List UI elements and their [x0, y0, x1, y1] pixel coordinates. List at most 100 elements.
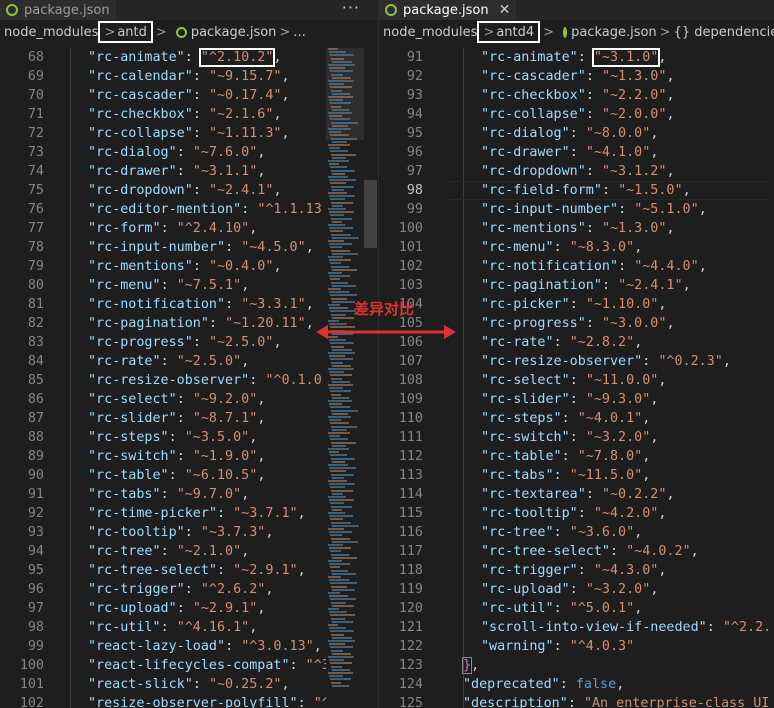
- code-line[interactable]: 116 "rc-tree": "~3.6.0",: [379, 523, 774, 542]
- code-text: "rc-calendar": "~9.15.7",: [88, 67, 290, 86]
- code-line[interactable]: 91 "rc-animate": "~3.1.0",: [379, 48, 774, 67]
- code-line[interactable]: 70 "rc-cascader": "~0.17.4",: [0, 86, 378, 105]
- line-number: 80: [27, 278, 44, 293]
- code-line[interactable]: 76 "rc-editor-mention": "^1.1.13: [0, 200, 378, 219]
- punctuation: :: [176, 449, 193, 464]
- code-line[interactable]: 83 "rc-progress": "~2.5.0",: [0, 333, 378, 352]
- punctuation: ,: [650, 430, 659, 445]
- code-line[interactable]: 122 "warning": "^4.0.3": [379, 637, 774, 656]
- code-line[interactable]: 87 "rc-slider": "~8.7.1",: [0, 409, 378, 428]
- code-line[interactable]: 88 "rc-steps": "~3.5.0",: [0, 428, 378, 447]
- code-line[interactable]: 93 "rc-tooltip": "~3.7.3",: [0, 523, 378, 542]
- code-text: "react-lifecycles-compat": "^3: [88, 656, 330, 675]
- code-line[interactable]: 112 "rc-table": "~7.8.0",: [379, 447, 774, 466]
- right-file-tab[interactable]: package.json ✕: [379, 0, 517, 20]
- json-key: "rc-rate": [481, 335, 554, 350]
- code-line[interactable]: 99 "react-lazy-load": "^3.0.13",: [0, 637, 378, 656]
- code-line[interactable]: 91 "rc-tabs": "~9.7.0",: [0, 485, 378, 504]
- right-scrollbar[interactable]: [769, 48, 774, 708]
- minimap-line: [330, 262, 341, 265]
- code-line[interactable]: 113 "rc-tabs": "~11.5.0",: [379, 466, 774, 485]
- left-code-editor[interactable]: 68 "rc-animate": "^2.10.2", 69 "rc-calendar…: [0, 48, 378, 708]
- code-line[interactable]: 94 "rc-collapse": "~2.0.0",: [379, 105, 774, 124]
- right-code-editor[interactable]: 91 "rc-animate": "~3.1.0", 92 "rc-cascader"…: [379, 48, 774, 708]
- code-line[interactable]: 125 "description": "An enterprise-class U…: [379, 694, 774, 708]
- code-line[interactable]: 111 "rc-switch": "~3.2.0",: [379, 428, 774, 447]
- code-line[interactable]: 97 "rc-dropdown": "~3.1.2",: [379, 162, 774, 181]
- code-line[interactable]: 79 "rc-mentions": "~0.4.0",: [0, 257, 378, 276]
- code-line[interactable]: 80 "rc-menu": "~7.5.1",: [0, 276, 378, 295]
- minimap-line: [328, 208, 346, 210]
- code-line[interactable]: 82 "rc-pagination": "~1.20.11",: [0, 314, 378, 333]
- code-line[interactable]: 93 "rc-checkbox": "~2.2.0",: [379, 86, 774, 105]
- code-line[interactable]: 97 "rc-upload": "~2.9.1",: [0, 599, 378, 618]
- code-line[interactable]: 95 "rc-dialog": "~8.0.0",: [379, 124, 774, 143]
- code-line[interactable]: 96 "rc-drawer": "~4.1.0",: [379, 143, 774, 162]
- code-line[interactable]: 75 "rc-dropdown": "~2.4.1",: [0, 181, 378, 200]
- breadcrumb-package-json[interactable]: package.json: [191, 25, 277, 40]
- code-line[interactable]: 102 "rc-notification": "~4.4.0",: [379, 257, 774, 276]
- code-line[interactable]: 114 "rc-textarea": "~0.2.2",: [379, 485, 774, 504]
- minimap-line: [330, 310, 356, 313]
- code-line[interactable]: 124 "deprecated": false,: [379, 675, 774, 694]
- code-line[interactable]: 99 "rc-input-number": "~5.1.0",: [379, 200, 774, 219]
- code-line[interactable]: 90 "rc-table": "~6.10.5",: [0, 466, 378, 485]
- code-line[interactable]: 71 "rc-checkbox": "~2.1.6",: [0, 105, 378, 124]
- code-line[interactable]: 72 "rc-collapse": "~1.11.3",: [0, 124, 378, 143]
- breadcrumb-antd-highlighted[interactable]: > antd: [98, 21, 153, 43]
- breadcrumb-node-modules[interactable]: node_modules: [383, 25, 477, 40]
- code-line[interactable]: 84 "rc-rate": "~2.5.0",: [0, 352, 378, 371]
- code-line[interactable]: 69 "rc-calendar": "~9.15.7",: [0, 67, 378, 86]
- code-line[interactable]: 123},: [379, 656, 774, 675]
- code-text: "rc-input-number": "~5.1.0",: [481, 200, 707, 219]
- code-line[interactable]: 117 "rc-tree-select": "~4.0.2",: [379, 542, 774, 561]
- code-line[interactable]: 89 "rc-switch": "~1.9.0",: [0, 447, 378, 466]
- left-file-tab[interactable]: package.json: [0, 0, 116, 20]
- code-line[interactable]: 120 "rc-util": "^5.0.1",: [379, 599, 774, 618]
- breadcrumb-ellipsis[interactable]: ...: [293, 25, 305, 40]
- breadcrumb-dependencies[interactable]: {} dependencies: [674, 25, 774, 40]
- more-actions-icon[interactable]: ···: [342, 0, 360, 17]
- code-line[interactable]: 95 "rc-tree-select": "~2.9.1",: [0, 561, 378, 580]
- code-line[interactable]: 107 "rc-resize-observer": "^0.2.3",: [379, 352, 774, 371]
- code-line[interactable]: 101 "rc-menu": "~8.3.0",: [379, 238, 774, 257]
- code-line[interactable]: 115 "rc-tooltip": "~4.2.0",: [379, 504, 774, 523]
- left-scrollbar[interactable]: [364, 48, 377, 708]
- code-line[interactable]: 94 "rc-tree": "~2.1.0",: [0, 542, 378, 561]
- code-line[interactable]: 85 "rc-resize-observer": "^0.1.0: [0, 371, 378, 390]
- minimap-slider[interactable]: [326, 48, 364, 140]
- code-line[interactable]: 100 "react-lifecycles-compat": "^3: [0, 656, 378, 675]
- code-line[interactable]: 101 "react-slick": "~0.25.2",: [0, 675, 378, 694]
- code-line[interactable]: 78 "rc-input-number": "~4.5.0",: [0, 238, 378, 257]
- code-line[interactable]: 119 "rc-upload": "~3.2.0",: [379, 580, 774, 599]
- code-line[interactable]: 81 "rc-notification": "~3.3.1",: [0, 295, 378, 314]
- breadcrumb-antd4-highlighted[interactable]: > antd4: [477, 21, 541, 43]
- code-line[interactable]: 96 "rc-trigger": "^2.6.2",: [0, 580, 378, 599]
- code-line[interactable]: 103 "rc-pagination": "~2.4.1",: [379, 276, 774, 295]
- json-key: "resize-observer-polyfill": [88, 696, 298, 708]
- code-line[interactable]: 110 "rc-steps": "~4.0.1",: [379, 409, 774, 428]
- code-line[interactable]: 74 "rc-drawer": "~3.1.1",: [0, 162, 378, 181]
- breadcrumb-node-modules[interactable]: node_modules: [4, 25, 98, 40]
- code-line[interactable]: 105 "rc-progress": "~3.0.0",: [379, 314, 774, 333]
- code-line[interactable]: 102 "resize-observer-polyfill": "^: [0, 694, 378, 708]
- scrollbar-thumb[interactable]: [364, 180, 377, 248]
- code-line[interactable]: 100 "rc-mentions": "~1.3.0",: [379, 219, 774, 238]
- code-line[interactable]: 68 "rc-animate": "^2.10.2",: [0, 48, 378, 67]
- code-line[interactable]: 98 "rc-util": "^4.16.1",: [0, 618, 378, 637]
- code-line[interactable]: 92 "rc-cascader": "~1.3.0",: [379, 67, 774, 86]
- code-line[interactable]: 104 "rc-picker": "~1.10.0",: [379, 295, 774, 314]
- code-line[interactable]: 86 "rc-select": "~9.2.0",: [0, 390, 378, 409]
- code-line[interactable]: 77 "rc-form": "^2.4.10",: [0, 219, 378, 238]
- code-line[interactable]: 73 "rc-dialog": "~7.6.0",: [0, 143, 378, 162]
- code-line[interactable]: 109 "rc-slider": "~9.3.0",: [379, 390, 774, 409]
- close-icon[interactable]: ✕: [499, 2, 511, 18]
- code-line[interactable]: 98 "rc-field-form": "~1.5.0",: [379, 181, 774, 200]
- code-line[interactable]: 92 "rc-time-picker": "~3.7.1",: [0, 504, 378, 523]
- code-line[interactable]: 108 "rc-select": "~11.0.0",: [379, 371, 774, 390]
- left-minimap[interactable]: [326, 48, 364, 708]
- code-line[interactable]: 106 "rc-rate": "~2.8.2",: [379, 333, 774, 352]
- breadcrumb-package-json[interactable]: package.json: [571, 25, 657, 40]
- code-line[interactable]: 118 "rc-trigger": "~4.3.0",: [379, 561, 774, 580]
- code-line[interactable]: 121 "scroll-into-view-if-needed": "^2.2.2…: [379, 618, 774, 637]
